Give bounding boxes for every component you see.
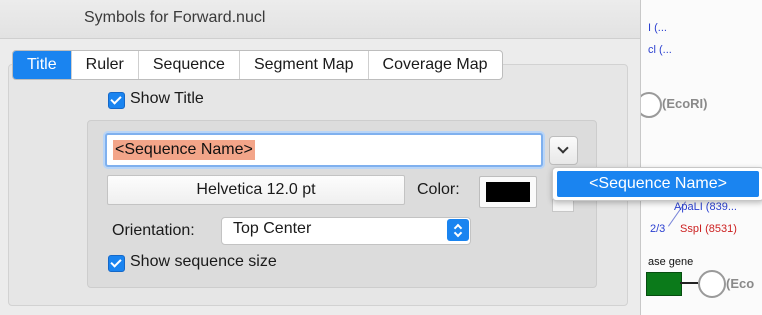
tab-sequence[interactable]: Sequence (139, 51, 240, 79)
up-down-arrows-icon (447, 219, 469, 241)
map-label-sspi: SspI (8531) (680, 223, 737, 235)
show-title-checkbox[interactable] (108, 92, 125, 109)
orientation-label: Orientation: (112, 222, 195, 239)
font-button[interactable]: Helvetica 12.0 pt (107, 175, 405, 205)
chevron-down-icon (557, 142, 569, 154)
map-label: cl (... (648, 44, 672, 56)
map-label-apali: ApaLI (839... (674, 201, 737, 213)
map-label-ecori: (EcoRI) (662, 96, 708, 111)
backbone-line (680, 282, 698, 284)
selected-token: <Sequence Name> (113, 140, 255, 160)
orientation-popup[interactable]: Top Center (221, 217, 471, 245)
color-label: Color: (417, 181, 460, 198)
symbols-panel: Symbols for Forward.nucl Title Ruler Seq… (0, 0, 641, 315)
tab-coverage-map[interactable]: Coverage Map (369, 51, 502, 79)
token-dropdown-button[interactable] (549, 136, 578, 165)
map-label-eco: (Eco (726, 276, 755, 291)
title-bar: Symbols for Forward.nucl (0, 0, 640, 39)
color-well[interactable] (479, 176, 537, 208)
orientation-value: Top Center (233, 220, 312, 237)
title-text-field[interactable]: <Sequence Name> (105, 133, 543, 167)
show-sequence-size-checkbox[interactable] (108, 255, 125, 272)
token-menu: <Sequence Name> (552, 167, 762, 201)
background-sequence-map: I (... cl (... (EcoRI) ApaLI (839... 2/3… (630, 0, 762, 315)
tab-ruler[interactable]: Ruler (72, 51, 139, 79)
map-label: I (... (648, 22, 667, 34)
map-label-frac: 2/3 (650, 223, 666, 235)
map-label-gene: ase gene (648, 256, 694, 268)
color-swatch (486, 182, 530, 202)
tab-segment-map[interactable]: Segment Map (240, 51, 369, 79)
tab-title[interactable]: Title (13, 51, 72, 79)
menu-item-sequence-name[interactable]: <Sequence Name> (557, 171, 759, 197)
window-title: Symbols for Forward.nucl (84, 9, 266, 26)
tab-bar: Title Ruler Sequence Segment Map Coverag… (12, 50, 503, 80)
gene-feature (646, 272, 682, 296)
show-title-label[interactable]: Show Title (130, 90, 204, 108)
show-sequence-size-label[interactable]: Show sequence size (130, 253, 277, 271)
site-marker (698, 270, 726, 298)
